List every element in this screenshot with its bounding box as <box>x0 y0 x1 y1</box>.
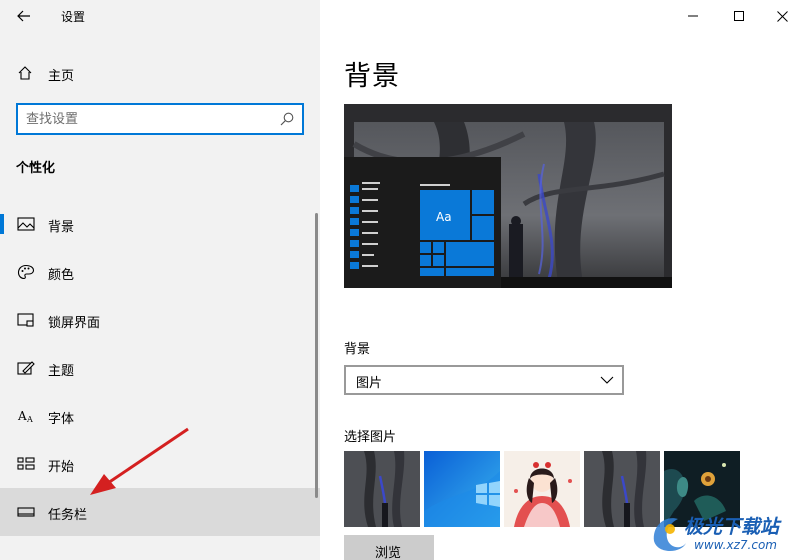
theme-icon <box>17 361 35 375</box>
taskbar-icon <box>17 507 35 517</box>
sidebar-item-label: 颜色 <box>48 268 75 283</box>
section-title: 个性化 <box>16 161 56 176</box>
annotation-arrow <box>90 427 189 495</box>
home-nav-item[interactable]: 主页 <box>0 56 320 90</box>
sidebar-item-label: 主题 <box>48 364 75 379</box>
minimize-icon <box>688 15 698 17</box>
sidebar-item-label: 背景 <box>48 220 75 235</box>
sidebar-scrollbar[interactable] <box>315 213 318 498</box>
sidebar-item-label: 开始 <box>48 460 75 475</box>
sidebar-item-label: 锁屏界面 <box>48 316 101 331</box>
chevron-down-icon <box>600 376 614 384</box>
picture-thumbnail-1[interactable] <box>344 451 420 527</box>
browse-label: 浏览 <box>375 546 402 560</box>
page-title: 背景 <box>344 61 400 92</box>
choose-picture-label: 选择图片 <box>344 430 397 445</box>
sidebar-item-background[interactable]: 背景 <box>0 200 320 248</box>
maximize-button[interactable] <box>716 0 762 32</box>
anime-girl-thumbnail <box>504 451 580 527</box>
sidebar-item-label: 任务栏 <box>48 508 88 523</box>
font-icon: AA <box>17 409 33 424</box>
lock-screen-icon <box>17 313 34 327</box>
selection-indicator <box>0 214 4 234</box>
desktop-preview: Aa <box>344 104 672 288</box>
maximize-icon <box>734 11 744 21</box>
svg-text:A: A <box>26 415 33 424</box>
forest-night-thumbnail <box>344 451 420 527</box>
preview-tile-text: Aa <box>436 210 452 224</box>
search-box[interactable] <box>16 103 304 135</box>
search-icon[interactable] <box>279 111 295 127</box>
browse-button[interactable]: 浏览 <box>344 535 434 560</box>
sidebar-item-themes[interactable]: 主题 <box>0 344 320 392</box>
sidebar-item-lock-screen[interactable]: 锁屏界面 <box>0 296 320 344</box>
palette-icon <box>17 264 35 280</box>
sidebar-item-colors[interactable]: 颜色 <box>0 248 320 296</box>
home-label: 主页 <box>48 69 75 84</box>
windows-blue-thumbnail <box>424 451 500 527</box>
picture-thumbnail-2[interactable] <box>424 451 500 527</box>
close-button[interactable] <box>759 0 805 32</box>
picture-icon <box>17 217 35 231</box>
search-input[interactable] <box>26 110 276 128</box>
content-pane: 背景 Aa 背景 图片 选择图片 浏览 <box>320 0 805 560</box>
home-icon <box>18 66 32 80</box>
picture-thumbnail-3[interactable] <box>504 451 580 527</box>
window-title: 设置 <box>61 10 86 24</box>
start-grid-icon <box>17 457 35 470</box>
wallpaper-preview-image: Aa <box>344 104 672 288</box>
back-arrow-icon <box>17 10 30 22</box>
background-type-label: 背景 <box>344 342 371 357</box>
title-bar: 设置 <box>0 0 320 32</box>
back-button[interactable] <box>8 4 40 28</box>
background-type-dropdown[interactable]: 图片 <box>344 365 624 395</box>
svg-text:A: A <box>17 409 27 423</box>
watermark-text: 极光下载站 <box>684 516 780 538</box>
close-icon <box>776 10 788 22</box>
watermark-url: www.xz7.com <box>694 538 777 552</box>
sidebar-item-label: 字体 <box>48 412 75 427</box>
minimize-button[interactable] <box>670 0 716 32</box>
background-type-value: 图片 <box>356 376 383 391</box>
